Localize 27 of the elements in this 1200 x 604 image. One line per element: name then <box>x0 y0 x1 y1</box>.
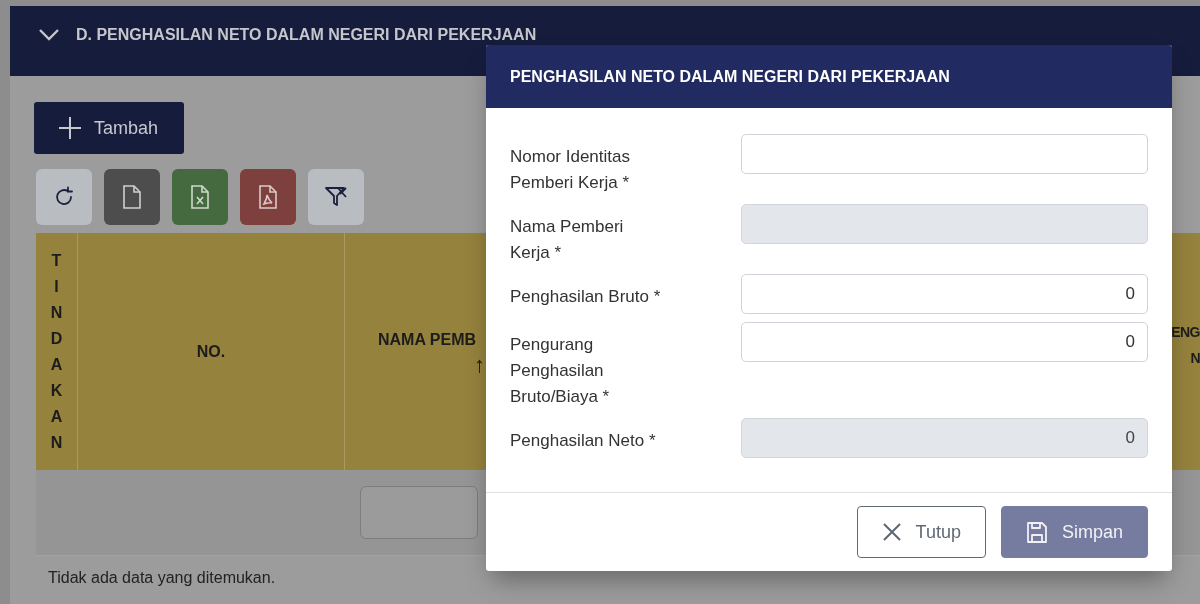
pdf-file-icon <box>257 184 279 210</box>
input-field[interactable]: 0 <box>741 274 1148 314</box>
field-label: Pengurang Penghasilan Bruto/Biaya * <box>510 334 611 408</box>
file-icon <box>121 184 143 210</box>
field-label: Penghasilan Bruto * <box>510 286 662 308</box>
filter-button[interactable] <box>308 169 364 225</box>
close-icon <box>881 522 902 542</box>
excel-button[interactable] <box>172 169 228 225</box>
column-header[interactable]: NAMA PEMB <box>378 326 477 353</box>
refresh-button[interactable] <box>36 169 92 225</box>
sort-arrow[interactable]: ↑ <box>378 352 485 377</box>
pdf-button[interactable] <box>240 169 296 225</box>
column-header[interactable]: ENG N <box>1171 219 1200 470</box>
column-header[interactable]: NO. <box>196 342 226 361</box>
column-header[interactable]: TINDAKAN <box>50 247 63 456</box>
close-button[interactable]: Tutup <box>856 506 986 558</box>
field-label: Nama Pemberi Kerja * <box>510 216 625 264</box>
file-button[interactable] <box>104 169 160 225</box>
section-title: D. PENGHASILAN NETO DALAM NEGERI DARI PEKERJAAN <box>76 26 537 44</box>
field-label: Penghasilan Neto * <box>510 430 657 452</box>
plus-icon <box>58 116 82 140</box>
spreadsheet-file-icon <box>189 184 211 210</box>
input-field[interactable]: 0 <box>741 322 1148 362</box>
input-field[interactable] <box>741 134 1148 174</box>
add-button[interactable]: Tambah <box>34 102 184 154</box>
save-button[interactable]: Simpan <box>1000 506 1148 558</box>
field-label: Nomor Identitas Pemberi Kerja * <box>510 146 631 194</box>
